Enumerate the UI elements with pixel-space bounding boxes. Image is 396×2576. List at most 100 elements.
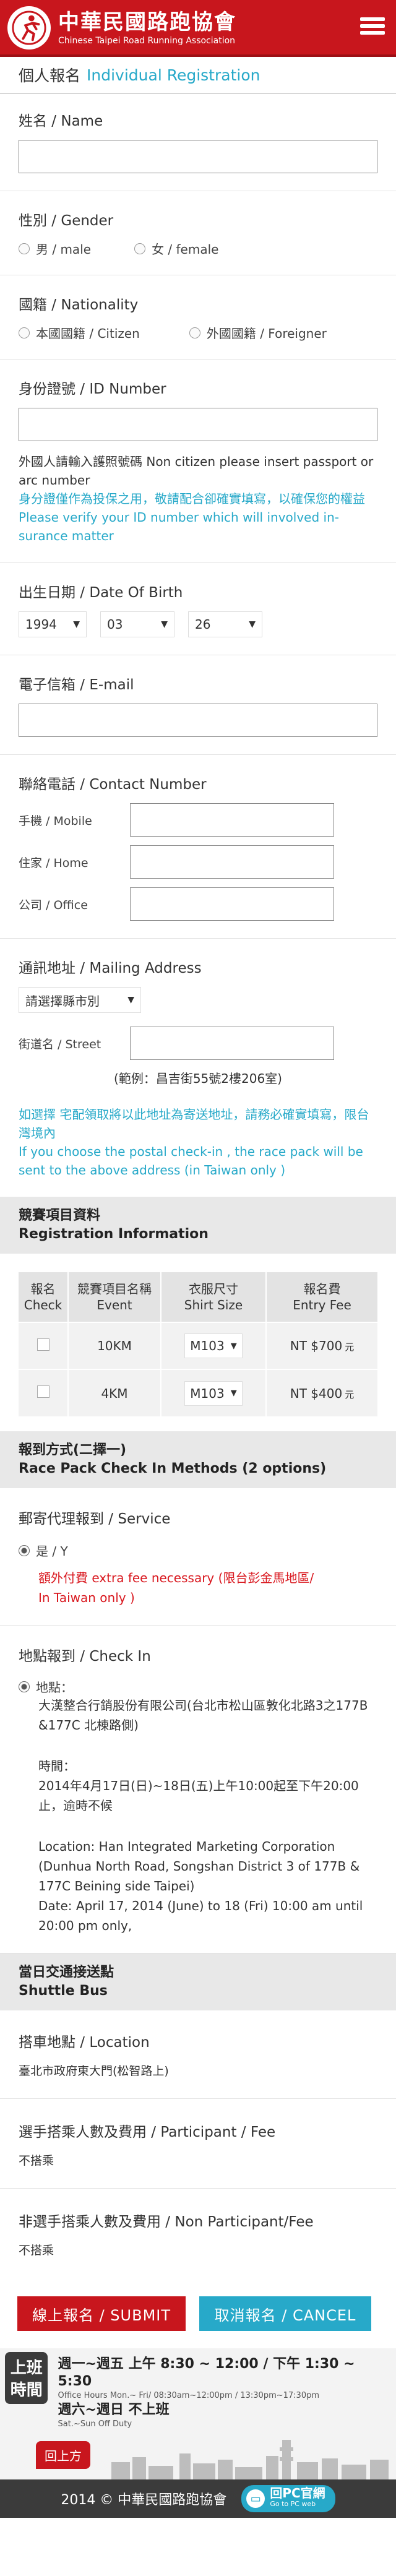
city-skyline: 回上方 bbox=[0, 2435, 396, 2479]
checkin-place-cn: 大漢整合行銷股份有限公司(台北市松山區敦化北路3之177B &177C 北棟路側… bbox=[38, 1698, 368, 1733]
insurance-help-text: 身分證僅作為投保之用，敬請配合卻確實填寫，以確保您的權益 Please veri… bbox=[19, 491, 365, 543]
event-4km-checkbox[interactable] bbox=[37, 1385, 50, 1398]
onsite-checkin-section: 地點報到 / Check In 地點： 大漢整合行銷股份有限公司(台北市松山區敦… bbox=[0, 1626, 396, 1954]
column-header-entry-fee: 報名費 Entry Fee bbox=[266, 1272, 377, 1322]
id-number-input[interactable] bbox=[19, 408, 377, 441]
column-header-shirt-size: 衣服尺寸 Shirt Size bbox=[161, 1272, 267, 1322]
entry-fee: NT $700 元 bbox=[266, 1322, 377, 1369]
pc-site-label-cn: 回PC官網 bbox=[270, 2486, 325, 2501]
service-yes-radio[interactable]: 是 / Y bbox=[19, 1541, 346, 1559]
radio-icon bbox=[189, 327, 200, 338]
event-10km-checkbox[interactable] bbox=[37, 1338, 50, 1351]
nationality-section: 國籍 / Nationality 本國國籍 / Citizen 外國國籍 / F… bbox=[0, 275, 396, 360]
passport-help-text: 外國人請輸入護照號碼 Non citizen please insert pas… bbox=[19, 454, 374, 488]
office-phone-input[interactable] bbox=[130, 887, 334, 921]
shirt-size-select-10km[interactable]: M103 ▼ bbox=[184, 1333, 243, 1358]
office-hours: 上班時間 週一~週五 上午 8:30 ~ 12:00 / 下午 1:30 ~ 5… bbox=[0, 2348, 396, 2435]
brand-name-cn: 中華民國路跑協會 bbox=[58, 10, 236, 35]
office-hours-weekday-en: Office Hours Mon.~ Fri/ 08:30am~12:00pm … bbox=[58, 2391, 320, 2400]
street-input[interactable] bbox=[130, 1027, 334, 1060]
gender-female-radio[interactable]: 女 / female bbox=[134, 239, 218, 257]
shuttle-header: 當日交通接送點 Shuttle Bus bbox=[0, 1954, 396, 2010]
pc-site-button[interactable]: ▭ 回PC官網 Go to PC web bbox=[241, 2485, 335, 2512]
brand-name-en: Chinese Taipei Road Running Association bbox=[58, 36, 236, 46]
service-label: 郵寄代理報到 / Service bbox=[19, 1511, 171, 1527]
dropdown-arrow-icon: ▼ bbox=[73, 619, 80, 629]
name-section: 姓名 / Name bbox=[0, 94, 396, 191]
id-number-section: 身份證號 / ID Number 外國人請輸入護照號碼 Non citizen … bbox=[0, 360, 396, 563]
email-input[interactable] bbox=[19, 704, 377, 737]
extra-fee-text: 額外付費 extra fee necessary bbox=[38, 1570, 215, 1585]
shuttle-location-value: 臺北市政府東大門(松智路上) bbox=[19, 2064, 169, 2078]
nonparticipant-fee-section: 非選手搭乘人數及費用 / Non Participant/Fee 不搭乘 bbox=[0, 2189, 396, 2278]
event-name: 10KM bbox=[68, 1322, 161, 1369]
mailing-section: 通訊地址 / Mailing Address 請選擇縣市別 ▼ 街道名 / Str… bbox=[0, 939, 396, 1197]
site-footer: 2014 © 中華民國路跑協會 ▭ 回PC官網 Go to PC web bbox=[0, 2479, 396, 2518]
cancel-button[interactable]: 取消報名 / CANCEL bbox=[199, 2296, 371, 2331]
dropdown-arrow-icon: ▼ bbox=[161, 619, 168, 629]
page-title-en: Individual Registration bbox=[87, 66, 260, 84]
name-label: 姓名 / Name bbox=[19, 113, 103, 129]
shuttle-header-en: Shuttle Bus bbox=[19, 1983, 108, 1999]
hamburger-menu-icon[interactable] bbox=[360, 17, 385, 38]
submit-button[interactable]: 線上報名 / SUBMIT bbox=[17, 2296, 186, 2331]
office-phone-label: 公司 / Office bbox=[19, 898, 88, 912]
home-phone-label: 住家 / Home bbox=[19, 856, 88, 870]
postal-note-en: If you choose the postal check-in , the … bbox=[19, 1144, 363, 1178]
shirt-size-value: M103 bbox=[190, 1385, 225, 1401]
dob-month-select[interactable]: 03 ▼ bbox=[100, 611, 174, 637]
dropdown-arrow-icon: ▼ bbox=[127, 995, 134, 1005]
dob-label: 出生日期 / Date Of Birth bbox=[19, 585, 183, 601]
postal-note-cn: 如選擇 宅配領取將以此地址為寄送地址，請務必確實填寫，限台灣境內 bbox=[19, 1107, 369, 1140]
radio-label: 女 / female bbox=[152, 242, 219, 257]
radio-icon bbox=[19, 243, 30, 254]
table-row: 4KM M103 ▼ NT $400 元 bbox=[19, 1369, 377, 1416]
shirt-size-select-4km[interactable]: M103 ▼ bbox=[184, 1381, 243, 1406]
shirt-size-value: M103 bbox=[190, 1338, 225, 1353]
radio-label: 男 / male bbox=[36, 242, 92, 257]
mobile-input[interactable] bbox=[130, 803, 334, 837]
name-input[interactable] bbox=[19, 140, 377, 173]
radio-icon bbox=[19, 1681, 30, 1692]
checkin-header-en: Race Pack Check In Methods (2 options) bbox=[19, 1461, 327, 1476]
service-section: 郵寄代理報到 / Service 是 / Y 額外付費 extra fee ne… bbox=[0, 1488, 396, 1626]
page-title-cn: 個人報名 bbox=[19, 67, 81, 85]
dob-month-value: 03 bbox=[107, 617, 123, 632]
event-name: 4KM bbox=[68, 1369, 161, 1416]
participant-fee-section: 選手搭乘人數及費用 / Participant / Fee 不搭乘 bbox=[0, 2099, 396, 2189]
nonparticipant-fee-value: 不搭乘 bbox=[19, 2244, 54, 2257]
radio-label: 地點： bbox=[36, 1680, 73, 1695]
checkin-time-label: 時間： bbox=[38, 1759, 75, 1773]
site-logo[interactable]: 中華民國路跑協會 Chinese Taipei Road Running Ass… bbox=[7, 6, 236, 50]
registration-header-en: Registration Information bbox=[19, 1226, 209, 1242]
entry-fee: NT $400 元 bbox=[266, 1369, 377, 1416]
home-phone-input[interactable] bbox=[130, 845, 334, 879]
column-header-event: 競賽項目名稱 Event bbox=[68, 1272, 161, 1322]
email-section: 電子信箱 / E-mail bbox=[0, 655, 396, 755]
checkin-header: 報到方式(二擇一) Race Pack Check In Methods (2 … bbox=[0, 1431, 396, 1488]
gender-section: 性別 / Gender 男 / male 女 / female bbox=[0, 191, 396, 275]
onsite-checkin-label: 地點報到 / Check In bbox=[19, 1648, 151, 1665]
registration-header-cn: 競賽項目資料 bbox=[19, 1208, 101, 1223]
shuttle-location-section: 搭車地點 / Location 臺北市政府東大門(松智路上) bbox=[0, 2010, 396, 2099]
nationality-foreigner-radio[interactable]: 外國國籍 / Foreigner bbox=[189, 324, 327, 342]
nationality-citizen-radio[interactable]: 本國國籍 / Citizen bbox=[19, 324, 140, 342]
dropdown-arrow-icon: ▼ bbox=[249, 619, 256, 629]
copyright-text: 2014 © 中華民國路跑協會 bbox=[61, 2492, 227, 2508]
dob-day-select[interactable]: 26 ▼ bbox=[188, 611, 262, 637]
site-header: 中華民國路跑協會 Chinese Taipei Road Running Ass… bbox=[0, 0, 396, 57]
dob-year-select[interactable]: 1994 ▼ bbox=[19, 611, 87, 637]
gender-male-radio[interactable]: 男 / male bbox=[19, 239, 91, 257]
dropdown-arrow-icon: ▼ bbox=[230, 1389, 237, 1398]
office-hours-weekend: 週六~週日 不上班 bbox=[58, 2402, 170, 2418]
onsite-checkin-radio[interactable]: 地點： bbox=[19, 1678, 346, 1695]
registration-header: 競賽項目資料 Registration Information bbox=[0, 1197, 396, 1254]
dob-section: 出生日期 / Date Of Birth 1994 ▼ 03 ▼ 26 ▼ bbox=[0, 563, 396, 655]
participant-fee-label: 選手搭乘人數及費用 / Participant / Fee bbox=[19, 2124, 276, 2140]
radio-label: 本國國籍 / Citizen bbox=[36, 326, 140, 341]
radio-icon bbox=[19, 327, 30, 338]
nationality-label: 國籍 / Nationality bbox=[19, 297, 139, 313]
dob-day-value: 26 bbox=[195, 617, 211, 632]
checkin-date-en: Date: April 17, 2014 (June) to 18 (Fri) … bbox=[38, 1898, 363, 1933]
county-select[interactable]: 請選擇縣市別 ▼ bbox=[19, 987, 141, 1013]
